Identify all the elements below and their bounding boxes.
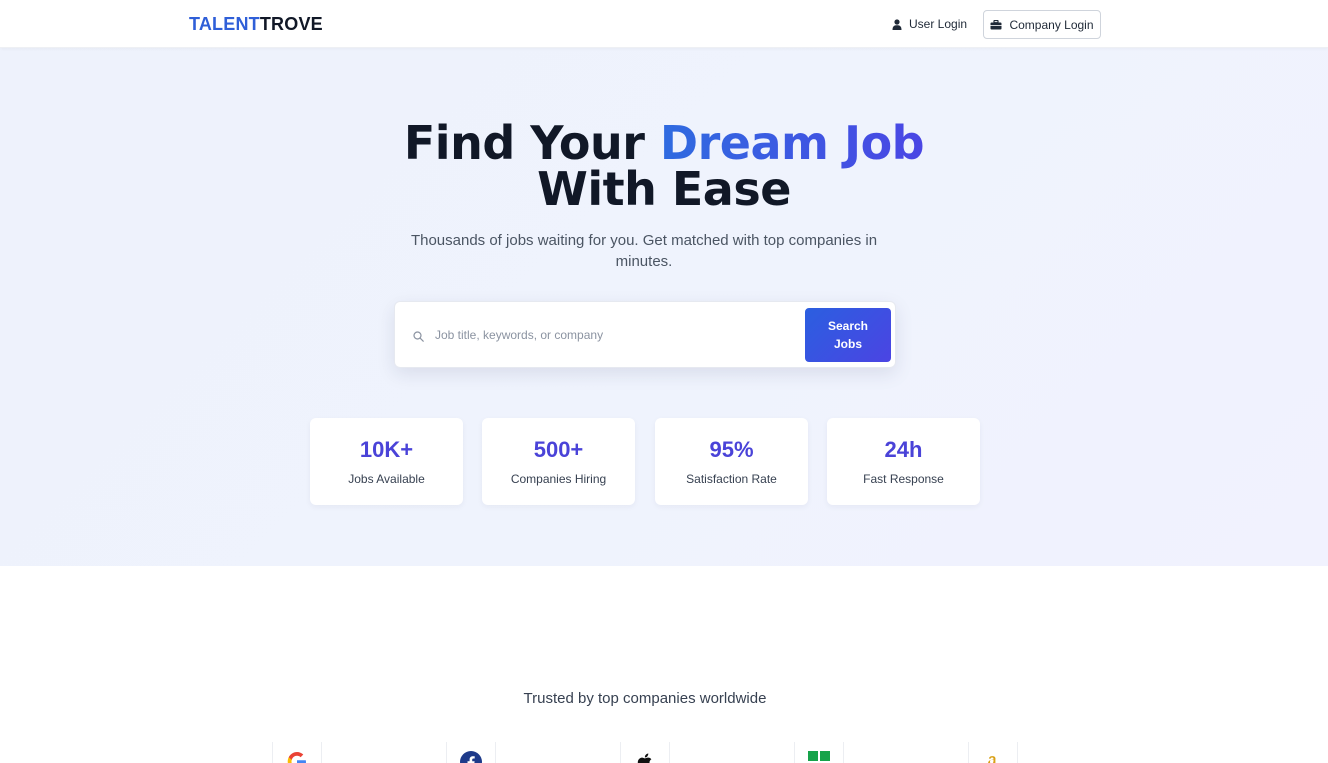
search-input[interactable] — [435, 324, 795, 346]
google-icon — [285, 750, 309, 763]
search-jobs-button[interactable]: Search Jobs — [805, 308, 891, 362]
stat-label: Fast Response — [863, 472, 944, 486]
hero-title-line2: With Ease — [537, 162, 791, 216]
company-logo-amazon — [968, 742, 1018, 763]
user-icon — [892, 18, 902, 30]
stats-row: 10K+ Jobs Available 500+ Companies Hirin… — [310, 418, 980, 505]
microsoft-icon — [807, 750, 831, 763]
company-login-button[interactable]: Company Login — [983, 10, 1101, 39]
facebook-icon — [459, 750, 483, 763]
company-logo-google — [272, 742, 322, 763]
apple-icon — [633, 750, 657, 763]
stat-value: 24h — [884, 437, 923, 462]
logo-text-trove: TROVE — [259, 14, 323, 34]
hero-title: Find Your Dream Job With Ease — [0, 120, 1328, 212]
stat-value: 500+ — [533, 437, 584, 462]
company-logo-facebook — [446, 742, 496, 763]
company-login-label: Company Login — [1009, 17, 1094, 32]
search-bar: Search Jobs — [394, 301, 896, 368]
search-icon — [413, 329, 424, 347]
stat-value: 95% — [709, 437, 754, 462]
stat-label: Companies Hiring — [510, 472, 607, 486]
stat-value: 10K+ — [359, 437, 414, 462]
briefcase-icon — [990, 19, 1002, 30]
user-login-label: User Login — [909, 17, 968, 31]
company-logo-apple — [620, 742, 670, 763]
top-navbar: TALENTTROVE User Login Company Login — [0, 0, 1328, 48]
logo[interactable]: TALENTTROVE — [189, 14, 323, 35]
stat-card-satisfaction: 95% Satisfaction Rate — [655, 418, 808, 505]
stat-card-response: 24h Fast Response — [827, 418, 980, 505]
company-logos-row — [0, 742, 1328, 763]
stat-label: Satisfaction Rate — [686, 472, 777, 486]
amazon-icon — [981, 750, 1005, 763]
trusted-heading: Trusted by top companies worldwide — [523, 690, 767, 707]
logo-text-talent: TALENT — [189, 14, 260, 34]
stat-card-jobs: 10K+ Jobs Available — [310, 418, 463, 505]
company-logo-microsoft — [794, 742, 844, 763]
hero-section: Find Your Dream Job With Ease Thousands … — [0, 48, 1328, 566]
stat-card-companies: 500+ Companies Hiring — [482, 418, 635, 505]
hero-subtitle: Thousands of jobs waiting for you. Get m… — [410, 232, 878, 270]
stat-label: Jobs Available — [348, 472, 425, 486]
user-login-button[interactable]: User Login — [888, 10, 971, 38]
